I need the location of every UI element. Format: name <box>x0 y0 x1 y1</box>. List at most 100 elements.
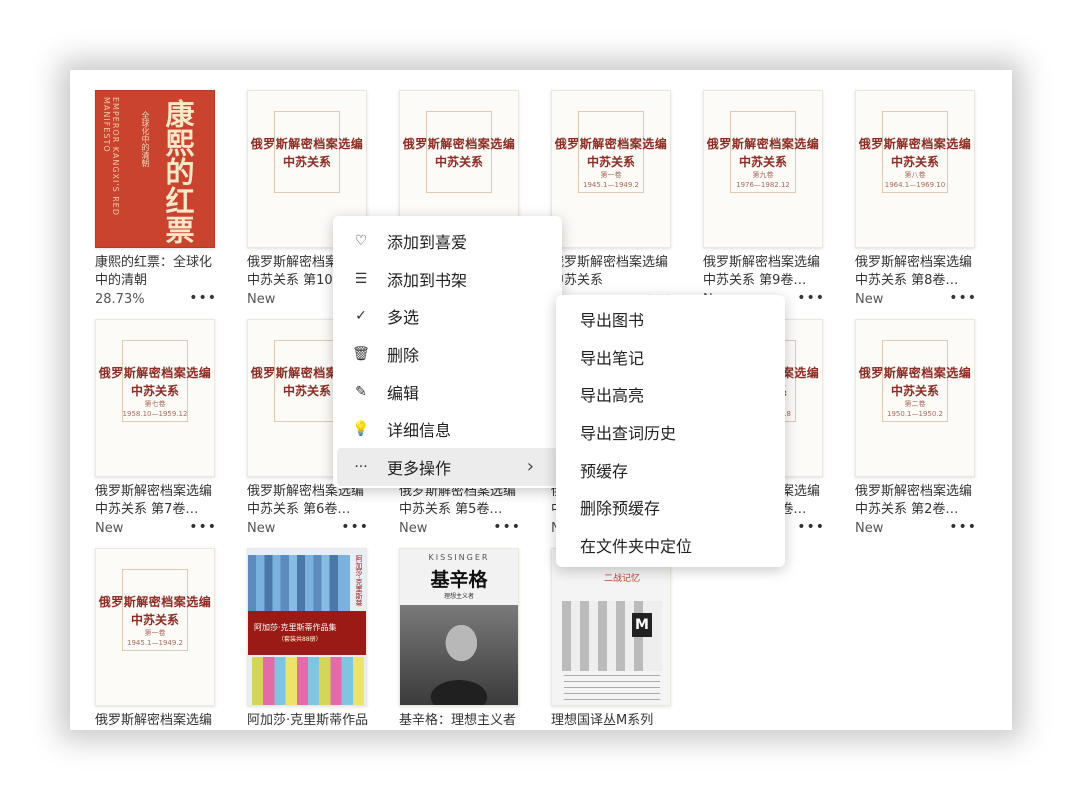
book-meta: New ••• <box>855 519 979 539</box>
cover-band <box>248 611 366 655</box>
cover-years: 1976—1982.12 <box>736 181 790 189</box>
cover-series: 俄罗斯解密档案选编 <box>706 137 820 151</box>
cover-title: 康熙的红票 <box>161 99 195 244</box>
more-options-icon[interactable]: ••• <box>797 290 825 306</box>
book-item[interactable]: 俄罗斯解密档案选编 中苏关系 第二卷 1950.1—1950.2 俄罗斯解密档案选编 中… <box>855 319 979 539</box>
book-title: 俄罗斯解密档案选编 中苏关系 第2卷… <box>855 484 973 517</box>
more-options-icon[interactable]: ••• <box>797 519 825 535</box>
book-title: 理想国译丛M系列 <box>551 713 654 728</box>
book-item[interactable]: 阿加莎·克里斯蒂作品集 （套装共88册） 阿加莎·克里斯蒂阿加莎·克里斯蒂作品集 <box>247 548 371 730</box>
cover-english-title: KISSINGER <box>428 553 490 562</box>
cover-years: 1945.1—1949.2 <box>127 639 183 647</box>
cover-side-text: 阿加莎·克里斯蒂 <box>355 555 363 607</box>
cover-volume: 第八卷 <box>904 171 926 179</box>
submenu-export-highlights[interactable]: 导出高亮 <box>556 375 785 413</box>
more-options-icon[interactable]: ••• <box>493 519 521 535</box>
cover-topic: 中苏关系 <box>130 384 179 398</box>
book-title: 俄罗斯解密档案选编 中苏关系 第6卷… <box>247 484 365 517</box>
book-cover[interactable]: 俄罗斯解密档案选编 中苏关系 第一卷 1945.1—1949.2 <box>551 90 671 248</box>
submenu-export-lookup-history[interactable]: 导出查词历史 <box>556 413 785 451</box>
library-window: EMPEROR KANGXI'S RED MANIFESTO 全球化中的清朝 康熙的… <box>70 70 1012 730</box>
cover-volume: 第九卷 <box>752 171 774 179</box>
book-cover[interactable]: EMPEROR KANGXI'S RED MANIFESTO 全球化中的清朝 康熙的… <box>95 90 215 248</box>
book-status: New <box>247 521 276 536</box>
cover-years: 1945.1—1949.2 <box>583 181 639 189</box>
menu-item-details[interactable]: 💡 详细信息 <box>333 410 562 448</box>
cover-series: 俄罗斯解密档案选编 <box>858 366 972 380</box>
submenu-locate-in-folder[interactable]: 在文件夹中定位 <box>556 526 785 564</box>
more-options-icon[interactable]: ••• <box>949 290 977 306</box>
cover-volume: 第二卷 <box>904 400 926 408</box>
more-options-icon[interactable]: ••• <box>189 519 217 535</box>
book-title: 基辛格：理想主义者 <box>399 713 517 728</box>
more-options-icon[interactable]: ••• <box>341 519 369 535</box>
book-status: 28.73% <box>95 292 145 307</box>
cover-series: 俄罗斯解密档案选编 <box>554 137 668 151</box>
book-item[interactable]: 俄罗斯解密档案选编 中苏关系第九卷 1976—1982.12 俄罗斯解密档案选编 中苏… <box>703 90 827 310</box>
more-actions-submenu: 导出图书 导出笔记 导出高亮 导出查词历史 预缓存 删除预缓存 在文件夹中定位 <box>556 295 785 567</box>
menu-item-more-actions[interactable]: ··· 更多操作 › <box>337 448 558 486</box>
cover-title: 二战记忆 <box>604 574 641 584</box>
book-meta: New ••• <box>855 290 979 310</box>
cover-topic: 中苏关系 <box>130 613 179 627</box>
book-cover[interactable]: 俄罗斯解密档案选编 中苏关系 第八卷 1964.1—1969.10 <box>855 90 975 248</box>
menu-item-label: 删除 <box>387 345 420 365</box>
cover-series: 俄罗斯解密档案选编 <box>858 137 972 151</box>
cover-topic: 中苏关系 <box>586 155 635 169</box>
submenu-export-notes[interactable]: 导出笔记 <box>556 338 785 376</box>
menu-item-edit[interactable]: ✎ 编辑 <box>333 373 562 411</box>
heart-icon: ♡ <box>354 232 368 249</box>
book-status: New <box>399 521 428 536</box>
more-options-icon[interactable]: ••• <box>189 290 217 306</box>
cover-frame <box>274 111 340 193</box>
more-options-icon[interactable]: ••• <box>949 519 977 535</box>
book-item[interactable]: 俄罗斯解密档案选编中苏关系第一卷 1945.1—1949.2 俄罗斯解密档案选编 中… <box>551 90 675 310</box>
menu-item-label: 详细信息 <box>387 421 452 441</box>
submenu-delete-precache[interactable]: 删除预缓存 <box>556 488 785 526</box>
cover-english-title: EMPEROR KANGXI'S RED MANIFESTO <box>102 97 120 216</box>
trash-icon: 🗑 <box>352 345 370 362</box>
cover-years: 1950.1—1950.2 <box>887 410 943 418</box>
cover-subtitle: （套装共88册） <box>278 636 322 643</box>
cover-title: 基辛格 <box>430 569 488 591</box>
book-cover[interactable]: 阿加莎·克里斯蒂作品集 （套装共88册） 阿加莎·克里斯蒂 <box>247 548 367 706</box>
cover-topic: 中苏关系 <box>738 155 787 169</box>
menu-item-delete[interactable]: 🗑 删除 <box>333 335 562 373</box>
book-title: 康熙的红票：全球化中的清朝 <box>95 255 213 288</box>
cover-topic: 中苏关系 <box>434 155 483 169</box>
book-item[interactable]: 理想国译丛 · 第一辑二战记忆M理想国译丛M系列 <box>551 548 675 730</box>
book-item[interactable]: KISSINGER 基辛格 理想主义者 基辛格：理想主义者 <box>399 548 523 730</box>
cover-photo <box>400 605 518 705</box>
book-cover[interactable]: 俄罗斯解密档案选编 中苏关系 第二卷 1950.1—1950.2 <box>855 319 975 477</box>
submenu-precache[interactable]: 预缓存 <box>556 451 785 489</box>
check-icon: ✓ <box>355 308 367 325</box>
cover-logo: M <box>632 613 652 637</box>
book-cover[interactable]: 俄罗斯解密档案选编 中苏关系 第七卷 1958.10—1959.12 <box>95 319 215 477</box>
book-cover[interactable]: 俄罗斯解密档案选编 中苏关系 第一卷 1945.1—1949.2 <box>95 548 215 706</box>
book-item[interactable]: EMPEROR KANGXI'S RED MANIFESTO 全球化中的清朝 康熙的… <box>95 90 219 310</box>
book-title: 俄罗斯解密档案选编 中苏关系 第5卷… <box>399 484 517 517</box>
book-item[interactable]: 俄罗斯解密档案选编中苏关系第一卷 1945.1—1949.2 俄罗斯解密档案选编 中… <box>95 548 219 730</box>
book-meta: New ••• <box>95 519 219 539</box>
book-meta: New ••• <box>247 519 371 539</box>
menu-item-add-shelf[interactable]: ☰ 添加到书架 <box>333 260 562 298</box>
menu-item-label: 多选 <box>387 308 420 328</box>
pencil-icon: ✎ <box>355 383 367 400</box>
menu-item-label: 编辑 <box>387 383 420 403</box>
context-menu: ♡ 添加到喜爱 ☰ 添加到书架 ✓ 多选 🗑 删除 ✎ 编辑 💡 详细信息 ··… <box>333 216 562 488</box>
cover-series: 俄罗斯解密档案选编 <box>250 137 364 151</box>
cover-years: 1958.10—1959.12 <box>122 410 188 418</box>
book-cover[interactable]: KISSINGER 基辛格 理想主义者 <box>399 548 519 706</box>
ellipsis-icon: ··· <box>354 458 368 475</box>
book-title: 阿加莎·克里斯蒂作品集 <box>247 713 369 728</box>
book-item[interactable]: 俄罗斯解密档案选编 中苏关系 第八卷 1964.1—1969.10 俄罗斯解密档案选编 … <box>855 90 979 310</box>
cover-series: 俄罗斯解密档案选编 <box>402 137 516 151</box>
menu-item-add-favorite[interactable]: ♡ 添加到喜爱 <box>333 222 562 260</box>
book-cover[interactable]: 俄罗斯解密档案选编 中苏关系第九卷 1976—1982.12 <box>703 90 823 248</box>
shelf-icon: ☰ <box>354 270 368 287</box>
menu-item-multiselect[interactable]: ✓ 多选 <box>333 297 562 335</box>
submenu-export-book[interactable]: 导出图书 <box>556 300 785 338</box>
book-cover[interactable]: 理想国译丛 · 第一辑二战记忆M <box>551 548 671 706</box>
book-status: New <box>95 521 124 536</box>
book-item[interactable]: 俄罗斯解密档案选编 中苏关系 第七卷 1958.10—1959.12 俄罗斯解密档案选编… <box>95 319 219 539</box>
